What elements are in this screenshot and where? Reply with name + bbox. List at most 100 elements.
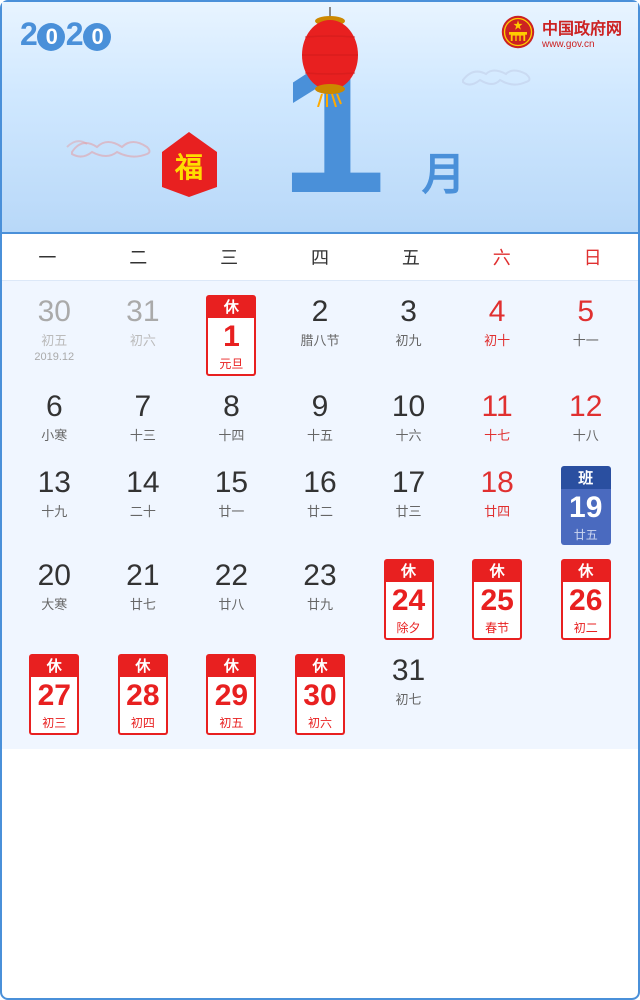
day-number: 18 <box>480 466 513 499</box>
holiday-badge-29: 休 <box>206 654 256 677</box>
weekday-thu: 四 <box>275 244 366 270</box>
work-day-19: 19 廿五 <box>561 489 611 545</box>
day-cell-prev-31: 31 初六 <box>99 291 188 380</box>
day-cell-18: 18 廿四 <box>453 462 542 549</box>
holiday-badge-30: 休 <box>295 654 345 677</box>
day-lunar: 初三 <box>31 714 77 731</box>
day-number: 20 <box>38 559 71 592</box>
day-lunar: 初七 <box>396 689 422 708</box>
day-number: 24 <box>386 584 432 617</box>
empty-cell-1 <box>453 650 542 739</box>
day-lunar: 廿一 <box>218 501 244 520</box>
weekday-mon: 一 <box>2 244 93 270</box>
day-number: 11 <box>482 390 513 423</box>
day-number: 1 <box>208 320 254 353</box>
day-cell-20: 20 大寒 <box>10 555 99 644</box>
day-number: 6 <box>46 390 63 423</box>
day-cell-4: 4 初十 <box>453 291 542 380</box>
day-cell-6: 6 小寒 <box>10 386 99 456</box>
fu-tag-decoration: 福 <box>162 132 217 202</box>
day-lunar: 春节 <box>474 619 520 636</box>
month-display: 1 月 <box>260 12 386 222</box>
work-badge-container-19: 班 19 廿五 <box>556 466 616 545</box>
holiday-day-28: 28 初四 <box>118 677 168 735</box>
day-cell-23: 23 廿九 <box>276 555 365 644</box>
day-number: 31 <box>392 654 425 687</box>
day-number: 23 <box>303 559 336 592</box>
year-logo: 2020 <box>20 16 112 53</box>
day-cell-9: 9 十五 <box>276 386 365 456</box>
day-cell-17: 17 廿三 <box>364 462 453 549</box>
day-lunar: 十一 <box>573 330 599 349</box>
day-number: 8 <box>223 390 240 423</box>
holiday-badge-27: 休 <box>29 654 79 677</box>
calendar-header: 2020 中国政府网 www.gov.cn <box>2 2 638 232</box>
day-number: 12 <box>569 390 602 423</box>
day-lunar: 元旦 <box>208 355 254 372</box>
weekday-wed: 三 <box>184 244 275 270</box>
holiday-badge-container-29: 休 29 初五 <box>201 654 261 735</box>
holiday-badge-1: 休 <box>206 295 256 318</box>
day-number: 21 <box>126 559 159 592</box>
holiday-badge-container-26: 休 26 初二 <box>556 559 616 640</box>
day-number: 10 <box>392 390 425 423</box>
day-lunar: 十五 <box>307 425 333 444</box>
day-lunar: 初十 <box>484 330 510 349</box>
holiday-badge-container-1: 休 1 元旦 <box>201 295 261 376</box>
cloud-left-decoration <box>62 132 162 167</box>
day-cell-15: 15 廿一 <box>187 462 276 549</box>
day-number: 30 <box>38 295 71 328</box>
year-logo-2: 2 <box>20 16 36 52</box>
day-cell-31: 31 初七 <box>364 650 453 739</box>
empty-cell-2 <box>541 650 630 739</box>
day-lunar: 腊八节 <box>300 330 339 349</box>
year-logo-2b: 2 <box>66 16 82 52</box>
day-lunar: 除夕 <box>386 619 432 636</box>
day-number: 16 <box>303 466 336 499</box>
day-lunar: 廿八 <box>218 594 244 613</box>
day-number: 29 <box>208 679 254 712</box>
day-cell-29: 休 29 初五 <box>187 650 276 739</box>
holiday-badge-container-24: 休 24 除夕 <box>379 559 439 640</box>
day-lunar: 廿五 <box>561 526 611 543</box>
day-number: 27 <box>31 679 77 712</box>
day-cell-11: 11 十七 <box>453 386 542 456</box>
holiday-badge-container-27: 休 27 初三 <box>24 654 84 735</box>
day-cell-21: 21 廿七 <box>99 555 188 644</box>
day-number: 26 <box>563 584 609 617</box>
day-number: 5 <box>577 295 594 328</box>
holiday-badge-container-28: 休 28 初四 <box>113 654 173 735</box>
day-number: 31 <box>126 295 159 328</box>
day-cell-8: 8 十四 <box>187 386 276 456</box>
day-lunar: 廿二 <box>307 501 333 520</box>
year-logo-0a: 0 <box>37 23 65 51</box>
day-number: 7 <box>135 390 152 423</box>
holiday-day-24: 24 除夕 <box>384 582 434 640</box>
holiday-badge-container-30: 休 30 初六 <box>290 654 350 735</box>
holiday-badge-25: 休 <box>472 559 522 582</box>
day-lunar: 小寒 <box>41 425 67 444</box>
day-cell-24: 休 24 除夕 <box>364 555 453 644</box>
weekday-header: 一 二 三 四 五 六 日 <box>2 232 638 281</box>
day-cell-30: 休 30 初六 <box>276 650 365 739</box>
holiday-day-26: 26 初二 <box>561 582 611 640</box>
day-lunar: 初六 <box>130 330 156 349</box>
holiday-badge-container-25: 休 25 春节 <box>467 559 527 640</box>
day-number: 30 <box>297 679 343 712</box>
day-cell-3: 3 初九 <box>364 291 453 380</box>
day-number: 15 <box>215 466 248 499</box>
day-lunar: 初五 <box>208 714 254 731</box>
day-lunar: 十六 <box>396 425 422 444</box>
holiday-day-30: 30 初六 <box>295 677 345 735</box>
day-cell-5: 5 十一 <box>541 291 630 380</box>
day-number: 28 <box>120 679 166 712</box>
cloud-right-decoration <box>458 62 538 92</box>
day-cell-13: 13 十九 <box>10 462 99 549</box>
day-lunar: 十八 <box>573 425 599 444</box>
gov-text: 中国政府网 www.gov.cn <box>542 15 622 50</box>
day-lunar: 初六 <box>297 714 343 731</box>
day-lunar: 二十 <box>130 501 156 520</box>
day-cell-10: 10 十六 <box>364 386 453 456</box>
day-cell-27: 休 27 初三 <box>10 650 99 739</box>
day-number: 13 <box>38 466 71 499</box>
